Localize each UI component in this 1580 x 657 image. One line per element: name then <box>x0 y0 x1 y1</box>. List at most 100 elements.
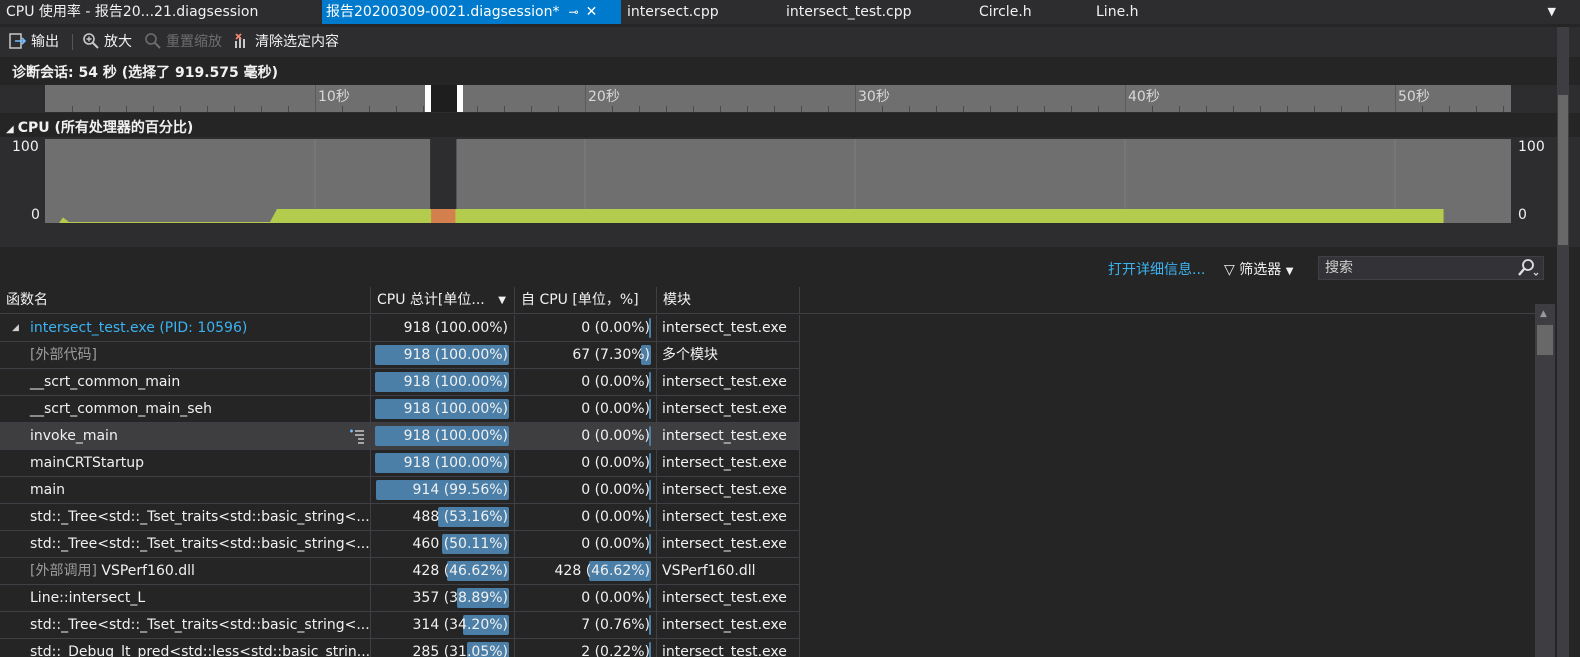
tab-cpu-usage[interactable]: CPU 使用率 - 报告20...21.diagsession <box>6 0 258 24</box>
pin-icon[interactable]: ⊸ <box>565 0 581 24</box>
cpu-total-cell: 914 (99.56%) <box>371 477 515 503</box>
zoom-in-icon <box>83 33 99 49</box>
y-axis-max-label-right: 100 <box>1518 139 1545 155</box>
ruler-tick <box>855 85 856 112</box>
tab-line-h[interactable]: Line.h <box>1096 0 1139 24</box>
tab-intersect-cpp[interactable]: intersect.cpp <box>627 0 719 24</box>
self-cpu-value: 428 (46.62%) <box>554 563 650 579</box>
ruler-tick <box>1017 106 1018 112</box>
function-name-cell: [外部调用] VSPerf160.dll <box>0 558 371 584</box>
ruler-tick <box>1287 106 1288 112</box>
search-input[interactable] <box>1325 259 1495 277</box>
tab-circle-h[interactable]: Circle.h <box>979 0 1032 24</box>
ruler-tick <box>747 106 748 112</box>
module-cell: intersect_test.exe <box>657 396 800 422</box>
table-row[interactable]: invoke_main 918 (100.00%) 0 (0.00%) interse… <box>0 423 800 450</box>
ruler-tick <box>1368 106 1369 112</box>
collapse-triangle-icon[interactable]: ◢ <box>6 124 14 135</box>
cpu-total-cell: 918 (100.00%) <box>371 396 515 422</box>
ruler-tick <box>234 106 235 112</box>
cpu-total-value: 918 (100.00%) <box>403 320 508 336</box>
table-row[interactable]: ◢ intersect_test.exe (PID: 10596) 918 (100… <box>0 315 800 342</box>
module-cell: intersect_test.exe <box>657 450 800 476</box>
table-row[interactable]: Line::intersect_L 357 (38.89%) 0 (0.00%) in… <box>0 585 800 612</box>
column-header-label: 函数名 <box>6 292 48 308</box>
table-row[interactable]: std::_Tree<std::_Tset_traits<std::basic_… <box>0 531 800 558</box>
function-name: [外部代码] <box>30 347 97 363</box>
self-cpu-value: 0 (0.00%) <box>581 401 650 417</box>
cpu-total-cell: 460 (50.11%) <box>371 531 515 557</box>
search-box[interactable] <box>1318 256 1544 280</box>
function-name-cell: std::_Tree<std::_Tset_traits<std::basic_… <box>0 612 371 638</box>
tab-intersect-test-cpp[interactable]: intersect_test.cpp <box>786 0 912 24</box>
column-header-label: 模块 <box>663 292 691 308</box>
table-row[interactable]: __scrt_common_main_seh 918 (100.00%) 0 (0.… <box>0 396 800 423</box>
ruler-tick <box>288 106 289 112</box>
ruler-tick <box>801 106 802 112</box>
tab-overflow-chevron-down-icon[interactable]: ▼ <box>1548 0 1556 24</box>
cpu-total-value: 918 (100.00%) <box>403 374 508 390</box>
open-details-link[interactable]: 打开详细信息... <box>1108 259 1205 279</box>
table-vertical-scrollbar[interactable] <box>1535 304 1555 657</box>
column-header-module[interactable]: 模块 <box>657 287 800 314</box>
table-scrollbar-thumb[interactable] <box>1537 325 1553 355</box>
self-cpu-cell: 2 (0.22%) <box>515 639 657 657</box>
self-cpu-cell: 0 (0.00%) <box>515 369 657 395</box>
self-cpu-value: 0 (0.00%) <box>581 320 650 336</box>
ruler-tick <box>585 85 586 112</box>
selection-end-handle[interactable] <box>457 85 463 112</box>
ruler-tick <box>72 106 73 112</box>
toolbar: 输出 放大 重置缩放 清除选定内容 <box>0 27 1580 57</box>
ruler-tick <box>1071 106 1072 112</box>
zoom-in-button[interactable]: 放大 <box>82 30 132 54</box>
cpu-total-cell: 314 (34.20%) <box>371 612 515 638</box>
close-icon[interactable]: ✕ <box>583 0 599 24</box>
table-row[interactable]: __scrt_common_main 918 (100.00%) 0 (0.00%)… <box>0 369 800 396</box>
function-name: std::_Tree<std::_Tset_traits<std::basic_… <box>30 536 370 552</box>
search-icon[interactable] <box>1517 258 1539 278</box>
table-row[interactable]: main 914 (99.56%) 0 (0.00%) intersect_test.… <box>0 477 800 504</box>
table-row[interactable]: std::_Tree<std::_Tset_traits<std::basic_… <box>0 504 800 531</box>
cpu-usage-graph[interactable] <box>45 139 1511 223</box>
tab-diagsession-active[interactable]: 报告20200309-0021.diagsession* ⊸ ✕ <box>322 0 621 24</box>
table-row[interactable]: mainCRTStartup 918 (100.00%) 0 (0.00%) inte… <box>0 450 800 477</box>
ruler-tick <box>477 106 478 112</box>
export-button[interactable]: 输出 <box>9 30 59 54</box>
column-header-cpu-total[interactable]: CPU 总计[单位... ▼ <box>371 287 515 314</box>
time-selection-region[interactable] <box>431 85 457 112</box>
tab-label: CPU 使用率 - 报告20...21.diagsession <box>6 4 259 20</box>
self-cpu-value: 0 (0.00%) <box>581 590 650 606</box>
ruler-tick <box>1044 106 1045 112</box>
table-header: 函数名 CPU 总计[单位... ▼ 自 CPU [单位，%] 模块 <box>0 287 1535 314</box>
expand-collapse-icon[interactable]: ◢ <box>12 315 19 341</box>
function-name-cell: __scrt_common_main <box>0 369 371 395</box>
reset-zoom-button[interactable]: 重置缩放 <box>144 30 222 54</box>
table-row[interactable]: [外部调用] VSPerf160.dll 428 (46.62%) 428 (46.… <box>0 558 800 585</box>
table-row[interactable]: std::_Debug_lt_pred<std::less<std::basic… <box>0 639 800 657</box>
table-row[interactable]: std::_Tree<std::_Tset_traits<std::basic_… <box>0 612 800 639</box>
filter-dropdown[interactable]: ▽ 筛选器 ▼ <box>1224 259 1293 279</box>
function-name: main <box>30 482 65 498</box>
ruler-label: 30秒 <box>858 89 890 105</box>
filter-label: 筛选器 <box>1239 262 1282 278</box>
scroll-up-arrow-icon[interactable]: ▲ <box>1540 309 1547 319</box>
ruler-tick <box>909 106 910 112</box>
table-row[interactable]: [外部代码] 918 (100.00%) 67 (7.30%) 多个模块 <box>0 342 800 369</box>
timeline-ruler[interactable]: 10秒 20秒 30秒 40秒 50秒 <box>45 85 1511 112</box>
cpu-graph-header[interactable]: ◢ CPU (所有处理器的百分比) <box>6 117 193 137</box>
clear-selection-button[interactable]: 清除选定内容 <box>233 30 339 54</box>
function-name: std::_Tree<std::_Tset_traits<std::basic_… <box>30 509 370 525</box>
function-name-cell: std::_Tree<std::_Tset_traits<std::basic_… <box>0 531 371 557</box>
ruler-tick <box>1314 106 1315 112</box>
module-cell: 多个模块 <box>657 342 800 368</box>
cpu-total-cell: 918 (100.00%) <box>371 423 515 449</box>
function-name-cell: __scrt_common_main_seh <box>0 396 371 422</box>
column-header-self-cpu[interactable]: 自 CPU [单位，%] <box>515 287 657 314</box>
ruler-tick <box>774 106 775 112</box>
column-header-function-name[interactable]: 函数名 <box>0 287 371 314</box>
view-source-icon[interactable] <box>349 428 365 444</box>
window-scrollbar-thumb[interactable] <box>1558 95 1568 245</box>
export-label: 输出 <box>31 34 59 50</box>
ruler-label: 40秒 <box>1128 89 1160 105</box>
ruler-tick <box>126 106 127 112</box>
